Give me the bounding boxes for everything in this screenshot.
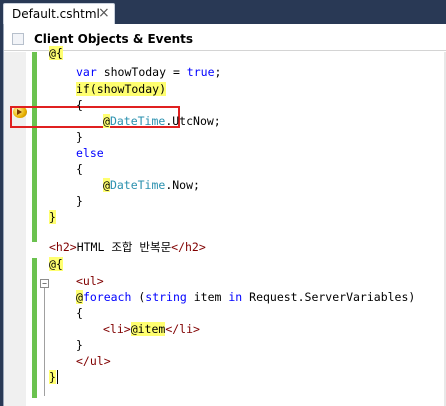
razor-block-open: @{ <box>49 46 63 60</box>
outline-line <box>44 288 45 396</box>
keyword: foreach <box>82 290 132 304</box>
change-tracking-bar <box>32 258 37 398</box>
razor-block-open: @{ <box>49 257 63 271</box>
code-line: @DateTime.Now; <box>103 177 200 193</box>
keyword: string <box>145 290 187 304</box>
code-line: else <box>76 145 104 161</box>
code-line: <ul> <box>76 273 104 289</box>
code-text: .UtcNow; <box>165 114 221 128</box>
code-line: } <box>49 209 56 225</box>
code-text: ; <box>214 65 222 79</box>
code-line: { <box>76 97 83 113</box>
razor-block-close: } <box>49 210 56 224</box>
html-tag: <ul> <box>76 274 104 288</box>
text-caret <box>57 370 58 384</box>
type-name: DateTime <box>109 114 166 128</box>
document-tab-strip: Default.cshtml × <box>0 0 446 24</box>
html-tag: </ul> <box>76 354 111 368</box>
close-icon[interactable]: × <box>98 5 110 21</box>
razor-expression: @item <box>130 322 166 336</box>
code-line: { <box>76 161 83 177</box>
code-line: @{ <box>49 45 63 61</box>
code-line: } <box>76 337 83 353</box>
code-text: } <box>76 130 83 144</box>
code-text: Request.ServerVariables) <box>242 290 416 304</box>
code-line: @{ <box>49 256 63 272</box>
code-text: item <box>186 290 229 304</box>
code-line: </ul> <box>76 353 111 369</box>
code-text: { <box>76 162 83 176</box>
code-text: HTML 조합 반복문 <box>76 240 172 254</box>
code-text: { <box>76 306 83 320</box>
razor-block-close: } <box>49 370 56 384</box>
code-text: } <box>76 194 83 208</box>
html-tag: <h2> <box>49 240 77 254</box>
code-editor[interactable]: Client Objects & Events − @{ var showTod… <box>3 24 446 406</box>
html-tag: </h2> <box>171 240 206 254</box>
html-tag: <li> <box>103 322 131 336</box>
code-text: showToday = <box>96 65 187 79</box>
code-line: <li>@item</li> <box>103 321 200 337</box>
code-text: { <box>76 98 83 112</box>
code-line: @foreach (string item in Request.ServerV… <box>76 289 415 305</box>
code-line: } <box>49 369 56 385</box>
change-tracking-bar <box>32 52 37 242</box>
collapse-icon[interactable]: − <box>40 279 49 288</box>
code-line: } <box>76 129 83 145</box>
document-icon <box>12 33 24 45</box>
editor-header: Client Objects & Events <box>4 30 446 51</box>
code-text: } <box>76 338 83 352</box>
html-tag: </li> <box>165 322 200 336</box>
razor-at: @ <box>76 290 83 304</box>
code-text: ( <box>131 290 146 304</box>
razor-at: @ <box>103 178 110 192</box>
code-line: } <box>76 193 83 209</box>
tab-default-cshtml[interactable]: Default.cshtml × <box>3 3 115 24</box>
code-line: if(showToday) <box>76 81 167 97</box>
tab-title: Default.cshtml <box>12 7 100 21</box>
code-text: if(showToday) <box>76 82 167 96</box>
razor-at: @ <box>103 114 110 128</box>
code-line: { <box>76 305 83 321</box>
keyword: true <box>186 65 215 79</box>
keyword: in <box>228 290 243 304</box>
code-line: <h2>HTML 조합 반복문</h2> <box>49 239 206 255</box>
code-text: .Now; <box>165 178 200 192</box>
keyword: var <box>76 65 97 79</box>
code-line: @DateTime.UtcNow; <box>103 113 221 129</box>
code-line: var showToday = true; <box>76 64 221 80</box>
editor-header-title: Client Objects & Events <box>34 32 194 46</box>
type-name: DateTime <box>109 178 166 192</box>
keyword: else <box>76 146 104 160</box>
